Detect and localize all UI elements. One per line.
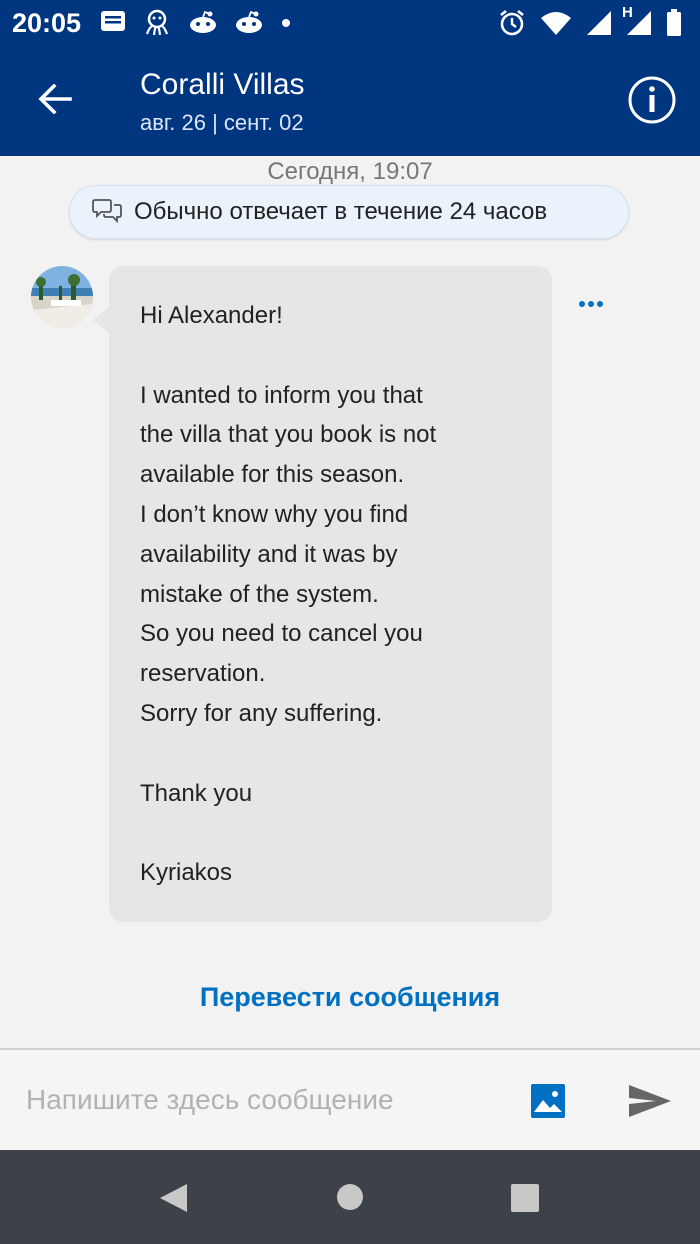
octopus-icon [142,8,172,41]
nav-home-button[interactable] [335,1182,365,1217]
more-dot [597,301,603,307]
message-bubble-tail [93,306,110,334]
reddit-icon [188,10,218,39]
attach-photo-button[interactable] [530,1083,566,1119]
signal-icon [586,10,612,41]
triangle-back-icon [157,1184,189,1218]
notification-icons [100,8,292,41]
system-navigation-bar [0,1150,700,1244]
host-avatar[interactable] [31,266,93,328]
battery-icon [666,9,682,42]
back-button[interactable] [30,76,80,126]
conversation-area[interactable]: Сегодня, 19:07 Обычно отвечает в течение… [0,156,700,1050]
send-icon [628,1085,672,1122]
circle-home-icon [335,1184,365,1216]
response-time-badge: Обычно отвечает в течение 24 часов [69,185,629,239]
dot-icon [280,16,292,34]
arrow-left-icon [38,82,72,119]
info-button[interactable] [627,75,677,125]
message-bubble: Hi Alexander! I wanted to inform you tha… [109,266,552,922]
signal-icon: H [622,4,652,41]
wifi-icon [540,10,572,41]
page-title: Coralli Villas [140,68,305,101]
nav-recents-button[interactable] [510,1183,540,1218]
app-bar: Coralli Villas авг. 26 | сент. 02 [0,48,700,156]
send-button[interactable] [628,1084,672,1118]
reddit-icon [234,10,264,39]
message-icon [100,10,126,39]
more-dot [588,301,594,307]
message-input[interactable] [26,1080,506,1120]
message-composer [0,1048,700,1150]
message-options-button[interactable] [575,294,607,314]
square-recents-icon [510,1184,540,1217]
status-time: 20:05 [12,8,82,38]
response-time-text: Обычно отвечает в течение 24 часов [134,198,548,225]
alarm-icon [498,9,526,42]
info-icon [627,76,677,129]
nav-back-button[interactable] [157,1182,189,1219]
date-stamp: Сегодня, 19:07 [267,158,433,185]
status-bar: 20:05 H [0,0,700,48]
translate-messages-link[interactable]: Перевести сообщения [0,982,700,1013]
system-icons: H [498,4,682,42]
booking-dates: авг. 26 | сент. 02 [140,110,304,135]
more-dot [579,301,585,307]
chat-bubbles-icon [92,197,122,228]
message-text: Hi Alexander! I wanted to inform you tha… [140,302,437,887]
image-icon [530,1084,566,1123]
network-type-label: H [622,4,633,21]
